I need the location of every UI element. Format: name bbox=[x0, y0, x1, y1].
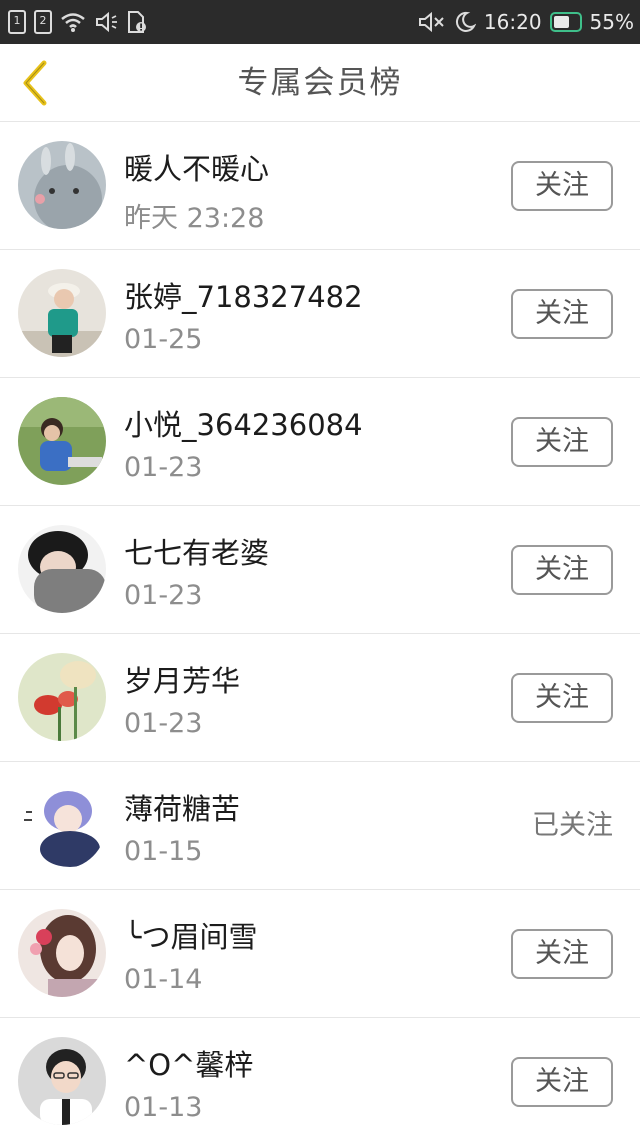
battery-icon bbox=[549, 12, 582, 32]
member-name: 小悦_364236084 bbox=[124, 408, 363, 442]
battery-fill bbox=[553, 16, 569, 28]
page-title: 专属会员榜 bbox=[237, 65, 403, 101]
status-bar: 1 2 16:20 55% bbox=[0, 0, 640, 44]
moon-icon bbox=[454, 11, 476, 33]
volume-notification-icon bbox=[94, 11, 118, 33]
avatar[interactable] bbox=[18, 269, 106, 357]
avatar[interactable] bbox=[18, 1037, 106, 1125]
avatar[interactable] bbox=[18, 781, 106, 869]
member-name: 暖人不暖心 bbox=[124, 152, 270, 186]
list-item[interactable]: 七七有老婆 01-23 关注 bbox=[0, 506, 640, 634]
member-time: 01-13 bbox=[124, 1092, 203, 1123]
followed-status[interactable]: 已关注 bbox=[532, 801, 613, 851]
member-name: 七七有老婆 bbox=[124, 536, 270, 570]
member-time: 昨天 23:28 bbox=[124, 203, 265, 234]
avatar[interactable] bbox=[18, 397, 106, 485]
sim1-icon: 1 bbox=[8, 10, 26, 34]
follow-button[interactable]: 关注 bbox=[511, 929, 613, 979]
member-time: 01-23 bbox=[124, 580, 203, 611]
member-time: 01-14 bbox=[124, 964, 203, 995]
member-time: 01-23 bbox=[124, 452, 203, 483]
clock: 16:20 bbox=[483, 10, 542, 34]
follow-button[interactable]: 关注 bbox=[511, 545, 613, 595]
battery-percent: 55% bbox=[589, 10, 634, 34]
sim1-label: 1 bbox=[13, 14, 21, 27]
list-item[interactable]: ╰つ眉间雪 01-14 关注 bbox=[0, 890, 640, 1018]
follow-button[interactable]: 关注 bbox=[511, 673, 613, 723]
wifi-icon bbox=[60, 11, 86, 33]
member-name: 岁月芳华 bbox=[124, 664, 241, 698]
status-left: 1 2 bbox=[8, 0, 148, 44]
mute-icon bbox=[418, 11, 446, 33]
member-name: ^O^馨梓 bbox=[124, 1048, 254, 1082]
follow-button[interactable]: 关注 bbox=[511, 289, 613, 339]
member-time: 01-15 bbox=[124, 836, 203, 867]
status-right: 16:20 55% bbox=[418, 0, 634, 44]
member-time: 01-25 bbox=[124, 324, 203, 355]
member-name: ╰つ眉间雪 bbox=[124, 920, 258, 954]
member-name: 张婷_718327482 bbox=[124, 280, 363, 314]
list-item[interactable]: 暖人不暖心 昨天 23:28 关注 bbox=[0, 122, 640, 250]
member-name: 薄荷糖苦 bbox=[124, 792, 241, 826]
title-bar: 专属会员榜 bbox=[0, 44, 640, 122]
sim2-label: 2 bbox=[39, 14, 47, 27]
avatar[interactable] bbox=[18, 141, 106, 229]
follow-button[interactable]: 关注 bbox=[511, 417, 613, 467]
list-item[interactable]: 张婷_718327482 01-25 关注 bbox=[0, 250, 640, 378]
member-list: 暖人不暖心 昨天 23:28 关注 张婷_718327482 01-25 关注 bbox=[0, 122, 640, 1138]
list-item[interactable]: 小悦_364236084 01-23 关注 bbox=[0, 378, 640, 506]
alert-file-icon bbox=[126, 10, 148, 34]
list-item[interactable]: 薄荷糖苦 01-15 已关注 bbox=[0, 762, 640, 890]
list-item[interactable]: 岁月芳华 01-23 关注 bbox=[0, 634, 640, 762]
avatar[interactable] bbox=[18, 653, 106, 741]
avatar[interactable] bbox=[18, 909, 106, 997]
list-item[interactable]: ^O^馨梓 01-13 关注 bbox=[0, 1018, 640, 1138]
follow-button[interactable]: 关注 bbox=[511, 161, 613, 211]
follow-button[interactable]: 关注 bbox=[511, 1057, 613, 1107]
sim2-icon: 2 bbox=[34, 10, 52, 34]
member-time: 01-23 bbox=[124, 708, 203, 739]
avatar[interactable] bbox=[18, 525, 106, 613]
